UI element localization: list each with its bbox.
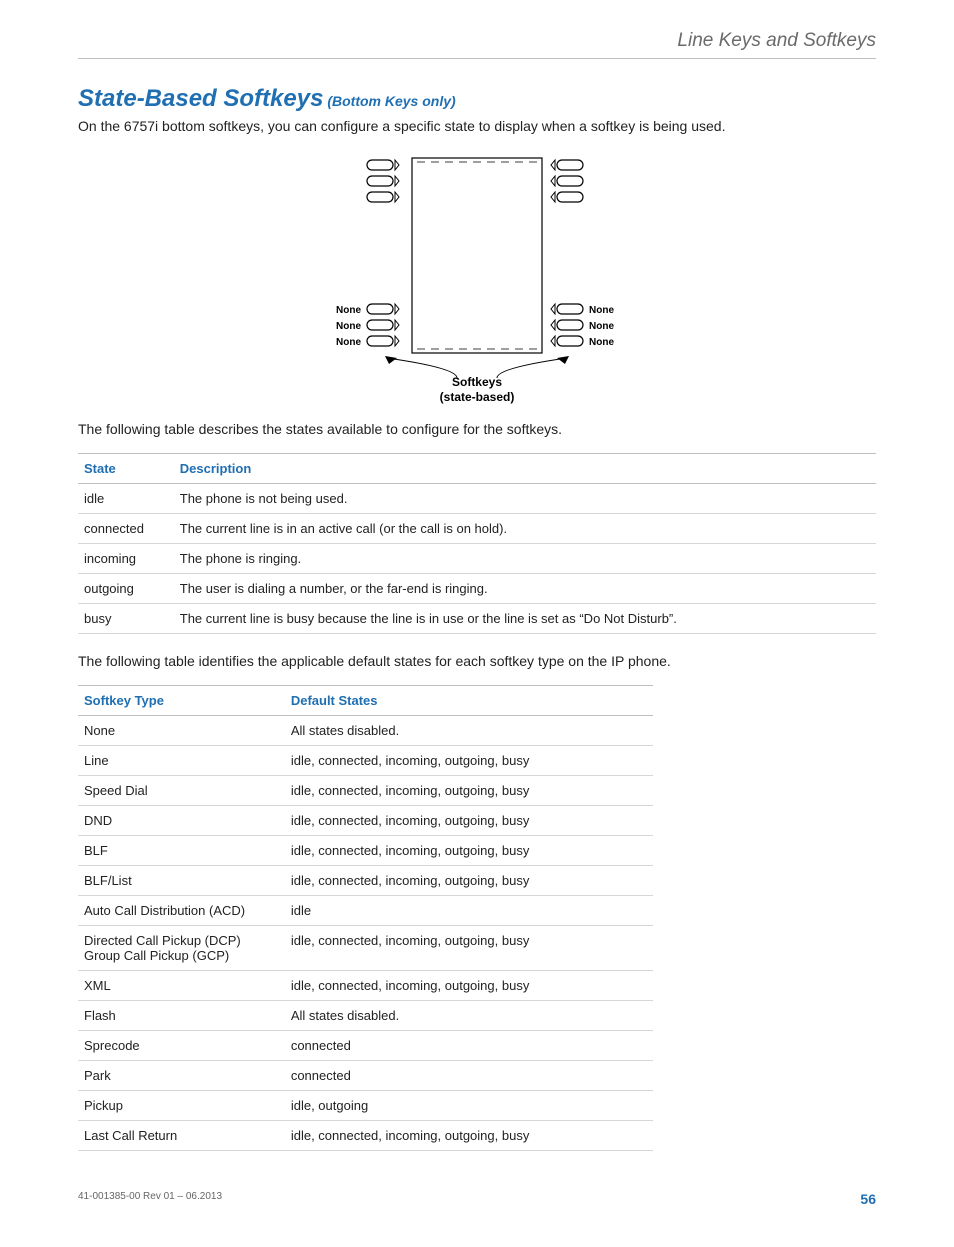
table-row: Auto Call Distribution (ACD)idle — [78, 895, 653, 925]
softkey-label: None — [589, 337, 614, 348]
softkey-label: None — [336, 337, 361, 348]
table-row: Parkconnected — [78, 1060, 653, 1090]
table-row: XMLidle, connected, incoming, outgoing, … — [78, 970, 653, 1000]
section-title: State-Based Softkeys (Bottom Keys only) — [78, 85, 876, 113]
table-row: Speed Dialidle, connected, incoming, out… — [78, 775, 653, 805]
table-row: Last Call Returnidle, connected, incomin… — [78, 1120, 653, 1150]
softkey-button-icon — [551, 176, 583, 186]
table-header: Default States — [285, 685, 653, 715]
softkey-button-icon: None — [336, 336, 399, 348]
footer-page-number: 56 — [860, 1191, 876, 1207]
table-row: BLF/Listidle, connected, incoming, outgo… — [78, 865, 653, 895]
table-row: Lineidle, connected, incoming, outgoing,… — [78, 745, 653, 775]
softkey-label: None — [589, 305, 614, 316]
softkey-button-icon: None — [551, 320, 614, 332]
intro-paragraph: On the 6757i bottom softkeys, you can co… — [78, 117, 876, 136]
title-sub: (Bottom Keys only) — [323, 93, 455, 109]
table-header: State — [78, 453, 174, 483]
softkey-button-icon — [367, 160, 399, 170]
table-row: idleThe phone is not being used. — [78, 483, 876, 513]
softkey-button-icon — [367, 176, 399, 186]
page-header: Line Keys and Softkeys — [78, 30, 876, 59]
table-row: busyThe current line is busy because the… — [78, 603, 876, 633]
diagram-caption-line1: Softkeys — [452, 375, 502, 389]
table-row: DNDidle, connected, incoming, outgoing, … — [78, 805, 653, 835]
softkey-button-icon — [551, 160, 583, 170]
table-row: Directed Call Pickup (DCP) Group Call Pi… — [78, 925, 653, 970]
softkey-label: None — [336, 305, 361, 316]
table-header: Description — [174, 453, 876, 483]
softkey-button-icon — [367, 192, 399, 202]
table-header: Softkey Type — [78, 685, 285, 715]
states-table: State Description idleThe phone is not b… — [78, 453, 876, 634]
screen-outline — [412, 158, 542, 353]
types-table: Softkey Type Default States NoneAll stat… — [78, 685, 653, 1151]
diagram-caption-line2: (state-based) — [440, 390, 515, 404]
page-footer: 41-001385-00 Rev 01 – 06.2013 56 — [78, 1191, 876, 1207]
table-row: outgoingThe user is dialing a number, or… — [78, 573, 876, 603]
table-row: Sprecodeconnected — [78, 1030, 653, 1060]
states-intro: The following table describes the states… — [78, 420, 876, 439]
table-row: incomingThe phone is ringing. — [78, 543, 876, 573]
softkey-button-icon: None — [336, 320, 399, 332]
softkey-button-icon: None — [336, 304, 399, 316]
softkey-label: None — [336, 321, 361, 332]
table-row: Pickupidle, outgoing — [78, 1090, 653, 1120]
table-row: NoneAll states disabled. — [78, 715, 653, 745]
softkey-label: None — [589, 321, 614, 332]
types-intro: The following table identifies the appli… — [78, 652, 876, 671]
softkey-button-icon — [551, 192, 583, 202]
softkey-button-icon: None — [551, 304, 614, 316]
footer-docid: 41-001385-00 Rev 01 – 06.2013 — [78, 1191, 222, 1207]
softkey-button-icon: None — [551, 336, 614, 348]
title-main: State-Based Softkeys — [78, 85, 323, 112]
table-row: connectedThe current line is in an activ… — [78, 513, 876, 543]
table-row: FlashAll states disabled. — [78, 1000, 653, 1030]
phone-diagram: None None None None — [78, 150, 876, 410]
table-row: BLFidle, connected, incoming, outgoing, … — [78, 835, 653, 865]
